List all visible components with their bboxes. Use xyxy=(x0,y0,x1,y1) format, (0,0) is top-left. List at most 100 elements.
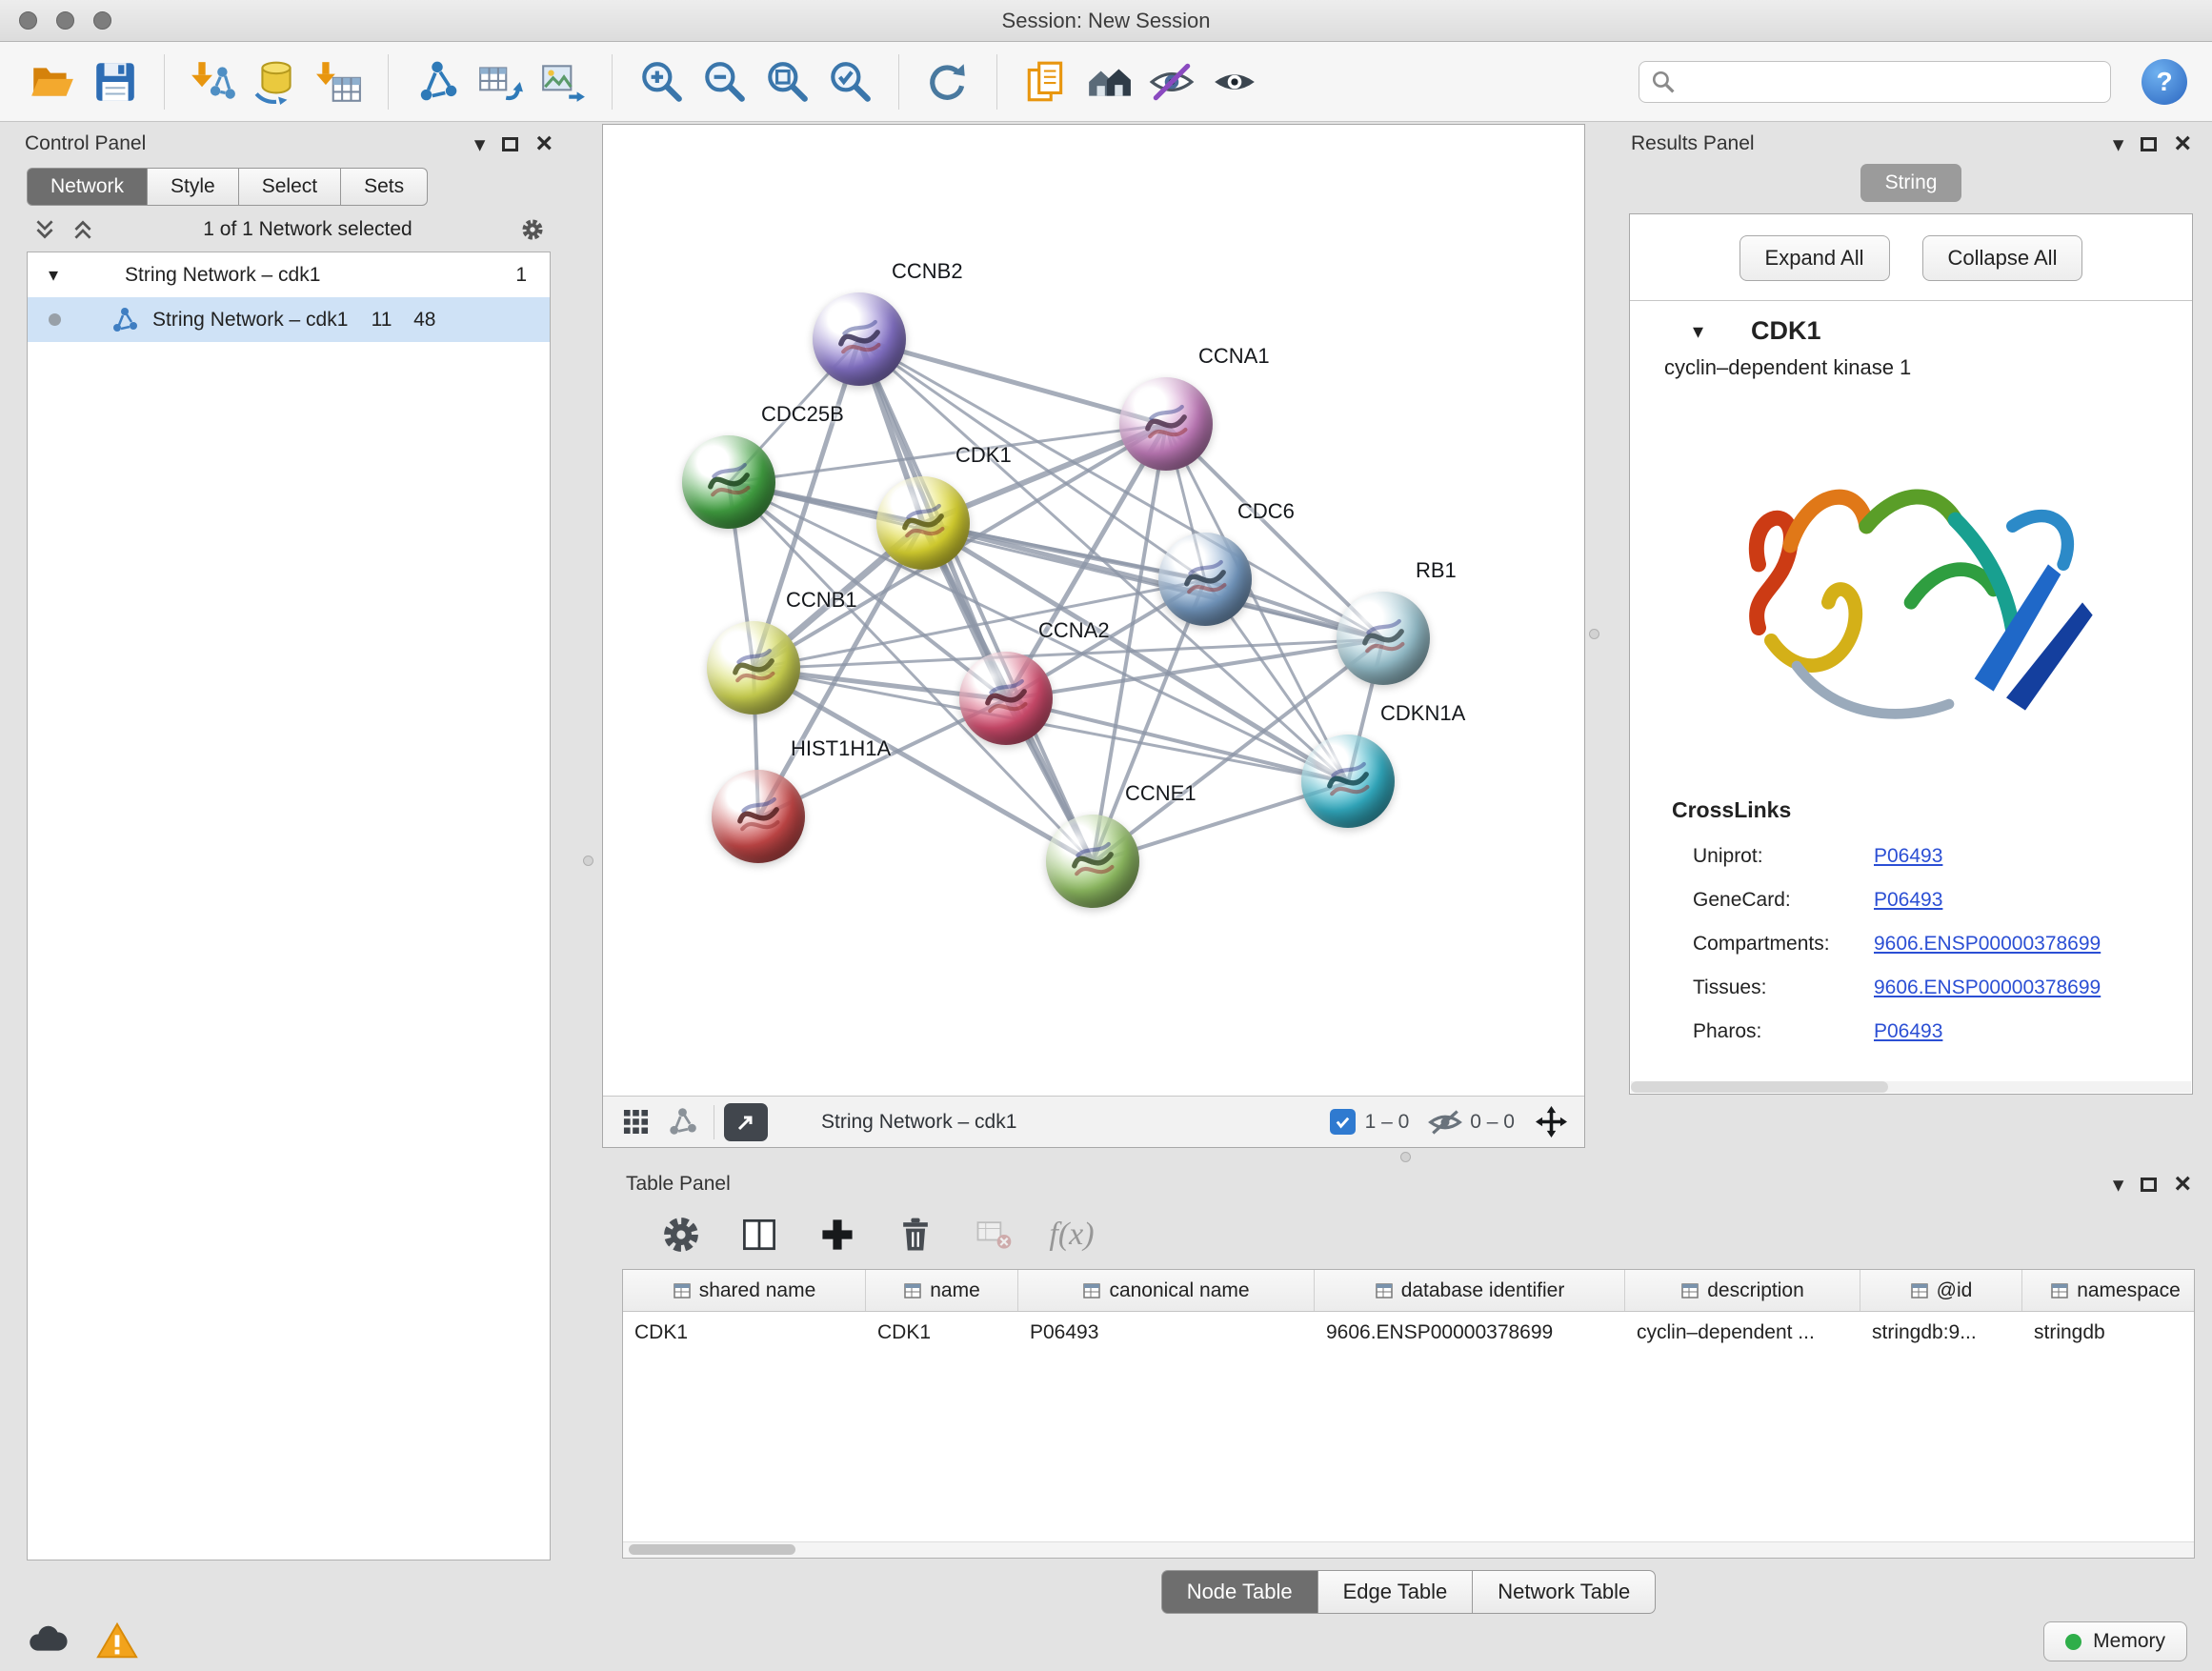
network-node-CCNA1[interactable] xyxy=(1119,377,1213,471)
network-node-CCNB1[interactable] xyxy=(707,621,800,715)
network-node-CDC6[interactable] xyxy=(1158,533,1252,626)
expand-all-networks-icon[interactable] xyxy=(70,217,95,242)
grid-view-icon[interactable] xyxy=(620,1106,652,1137)
import-network-file-button[interactable] xyxy=(186,51,241,112)
network-collection-row[interactable]: ▾ String Network – cdk1 1 xyxy=(28,252,550,297)
delete-table-button[interactable] xyxy=(969,1210,1018,1259)
panel-menu-icon[interactable]: ▾ xyxy=(2113,1174,2124,1196)
network-canvas[interactable]: CCNB2CCNA1CDC25BCDK1CDC6RB1CCNB1CCNA2CDK… xyxy=(603,125,1584,1096)
table-settings-button[interactable] xyxy=(656,1210,706,1259)
add-column-button[interactable] xyxy=(813,1210,862,1259)
tab-network[interactable]: Network xyxy=(27,168,148,206)
crosslink-value-link[interactable]: P06493 xyxy=(1874,1020,1942,1043)
pan-tool-icon[interactable] xyxy=(1515,1106,1567,1137)
help-button[interactable]: ? xyxy=(2142,59,2187,105)
close-panel-icon[interactable]: × xyxy=(2174,1170,2191,1198)
scrollbar-thumb[interactable] xyxy=(629,1544,795,1555)
crosslink-value-link[interactable]: P06493 xyxy=(1874,889,1942,912)
column-header-shared-name[interactable]: shared name xyxy=(623,1270,866,1311)
expand-all-button[interactable]: Expand All xyxy=(1739,235,1890,281)
warnings-button[interactable] xyxy=(95,1620,139,1663)
splitter-handle[interactable] xyxy=(583,856,593,866)
protein-description: cyclin–dependent kinase 1 xyxy=(1630,353,2192,384)
splitter-handle[interactable] xyxy=(1589,629,1599,639)
collapse-all-button[interactable]: Collapse All xyxy=(1922,235,2083,281)
crosslink-value-link[interactable]: P06493 xyxy=(1874,845,1942,868)
close-window-button[interactable] xyxy=(19,11,37,30)
zoom-window-button[interactable] xyxy=(93,11,111,30)
tab-node-table[interactable]: Node Table xyxy=(1161,1570,1318,1614)
show-columns-button[interactable] xyxy=(734,1210,784,1259)
section-expander-icon[interactable]: ▾ xyxy=(1693,319,1703,344)
zoom-selected-button[interactable] xyxy=(822,51,877,112)
column-header-namespace[interactable]: namespace xyxy=(2022,1270,2195,1311)
network-node-CDK1[interactable] xyxy=(876,476,970,570)
zoom-fit-button[interactable] xyxy=(759,51,814,112)
minimize-window-button[interactable] xyxy=(56,11,74,30)
tab-select[interactable]: Select xyxy=(239,168,341,206)
column-header--id[interactable]: @id xyxy=(1860,1270,2022,1311)
panel-menu-icon[interactable]: ▾ xyxy=(474,133,486,155)
new-network-button[interactable] xyxy=(410,51,465,112)
table-horizontal-scrollbar[interactable] xyxy=(623,1541,2194,1558)
close-panel-icon[interactable]: × xyxy=(2174,130,2191,158)
refresh-layout-button[interactable] xyxy=(920,51,975,112)
delete-column-button[interactable] xyxy=(891,1210,940,1259)
network-node-HIST1H1A[interactable] xyxy=(712,770,805,863)
search-input[interactable] xyxy=(1683,70,2099,93)
hidden-eye-icon[interactable] xyxy=(1409,1109,1470,1136)
network-link-icon[interactable] xyxy=(667,1106,698,1137)
export-image-button[interactable] xyxy=(535,51,591,112)
expander-icon[interactable]: ▾ xyxy=(49,263,77,287)
splitter-handle[interactable] xyxy=(1400,1152,1411,1162)
network-node-CCNE1[interactable] xyxy=(1046,815,1139,908)
import-table-button[interactable] xyxy=(312,51,367,112)
toggle-enhanced-labels-button[interactable] xyxy=(1144,51,1199,112)
column-header-description[interactable]: description xyxy=(1625,1270,1860,1311)
cloud-button[interactable] xyxy=(25,1620,69,1663)
network-node-RB1[interactable] xyxy=(1337,592,1430,685)
table-row[interactable]: CDK1CDK1P064939606.ENSP00000378699cyclin… xyxy=(623,1312,2194,1353)
zoom-in-button[interactable] xyxy=(633,51,689,112)
save-session-button[interactable] xyxy=(88,51,143,112)
results-horizontal-scrollbar[interactable] xyxy=(1631,1081,2191,1093)
open-session-button[interactable] xyxy=(25,51,80,112)
crosslink-value-link[interactable]: 9606.ENSP00000378699 xyxy=(1874,976,2101,999)
home-button[interactable] xyxy=(1081,51,1136,112)
float-panel-icon[interactable] xyxy=(2141,1178,2157,1192)
tab-edge-table[interactable]: Edge Table xyxy=(1318,1570,1474,1614)
network-node-CDKN1A[interactable] xyxy=(1301,735,1395,828)
network-selection-summary: 1 of 1 Network selected xyxy=(109,218,507,241)
memory-button[interactable]: Memory xyxy=(2043,1621,2187,1661)
network-row-selected[interactable]: String Network – cdk1 11 48 xyxy=(28,297,550,342)
column-header-canonical-name[interactable]: canonical name xyxy=(1018,1270,1315,1311)
search-box[interactable] xyxy=(1639,61,2111,103)
column-header-name[interactable]: name xyxy=(866,1270,1018,1311)
import-network-database-button[interactable] xyxy=(249,51,304,112)
network-node-CCNA2[interactable] xyxy=(959,652,1053,745)
column-header-database-identifier[interactable]: database identifier xyxy=(1315,1270,1625,1311)
float-panel-icon[interactable] xyxy=(502,137,518,151)
protein-structure-image xyxy=(1630,384,2192,790)
zoom-out-button[interactable] xyxy=(696,51,752,112)
selected-checkbox[interactable] xyxy=(1330,1109,1356,1135)
options-gear-icon[interactable] xyxy=(520,217,545,242)
function-builder-button[interactable]: f(x) xyxy=(1047,1210,1096,1259)
panel-menu-icon[interactable]: ▾ xyxy=(2113,133,2124,155)
crosslink-value-link[interactable]: 9606.ENSP00000378699 xyxy=(1874,933,2101,956)
network-node-CCNB2[interactable] xyxy=(813,292,906,386)
detach-view-button[interactable] xyxy=(724,1103,768,1141)
network-from-table-button[interactable] xyxy=(473,51,528,112)
scrollbar-thumb[interactable] xyxy=(1631,1081,1888,1093)
tab-style[interactable]: Style xyxy=(148,168,239,206)
tab-sets[interactable]: Sets xyxy=(341,168,428,206)
tab-network-table[interactable]: Network Table xyxy=(1473,1570,1656,1614)
collapse-all-networks-icon[interactable] xyxy=(32,217,57,242)
close-panel-icon[interactable]: × xyxy=(535,130,553,158)
float-panel-icon[interactable] xyxy=(2141,137,2157,151)
copy-document-button[interactable] xyxy=(1018,51,1074,112)
network-node-CDC25B[interactable] xyxy=(682,435,775,529)
show-view-button[interactable] xyxy=(1207,51,1262,112)
string-tab-badge[interactable]: String xyxy=(1860,164,1962,202)
gear-icon xyxy=(660,1214,702,1256)
